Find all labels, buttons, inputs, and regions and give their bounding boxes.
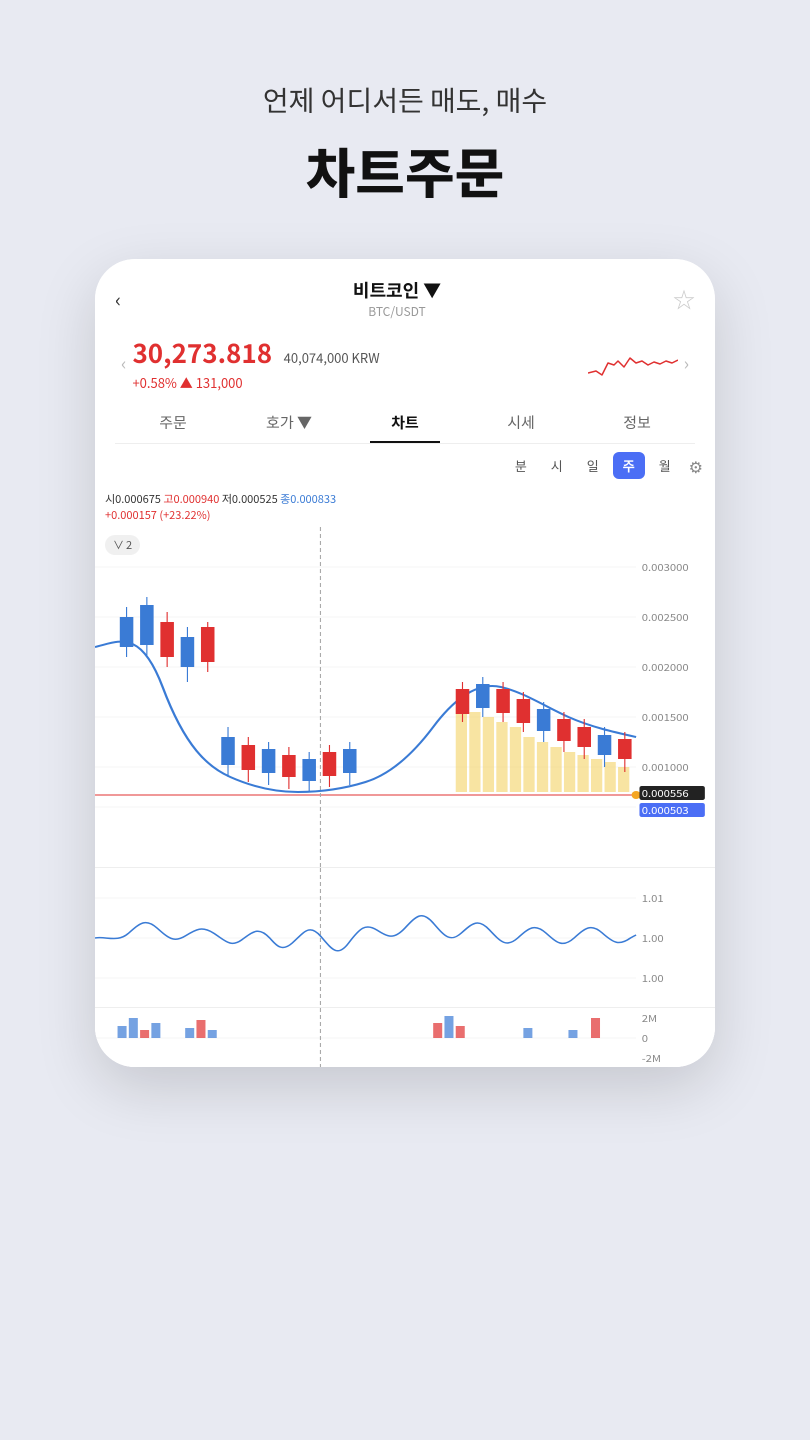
svg-text:-2M: -2M	[642, 1052, 661, 1066]
price-krw: 40,074,000 KRW	[284, 348, 380, 367]
price-value: 30,273.818	[132, 334, 272, 371]
favorite-button[interactable]: ☆	[673, 283, 695, 315]
svg-text:0.002000: 0.002000	[642, 661, 689, 675]
indicator-svg: 1.01 1.00 1.00	[95, 868, 715, 1007]
tab-orderbook[interactable]: 호가 ▼	[231, 402, 347, 443]
hero-subtitle: 언제 어디서든 매도, 매수	[263, 80, 547, 120]
price-nav-left[interactable]: ‹	[115, 350, 132, 376]
volume-svg: 2M 0 -2M	[95, 1008, 715, 1067]
svg-text:0: 0	[642, 1032, 648, 1046]
collapse-button[interactable]: ∨ 2	[105, 535, 140, 555]
candlestick-chart[interactable]: ∨ 2	[95, 527, 715, 867]
price-main-row: 30,273.818 40,074,000 KRW	[132, 334, 587, 371]
svg-text:0.003000: 0.003000	[642, 561, 689, 575]
stat-change: +0.000157 (+23.22%)	[105, 507, 211, 523]
coin-name: 비트코인 ▼	[353, 277, 441, 303]
stat-open: 시0.000675	[105, 491, 163, 507]
tab-price[interactable]: 시세	[463, 402, 579, 443]
tab-bar: 주문 호가 ▼ 차트 시세 정보	[115, 402, 695, 444]
indicator-area: 1.01 1.00 1.00	[95, 867, 715, 1007]
svg-text:0.001500: 0.001500	[642, 711, 689, 725]
time-btn-min[interactable]: 분	[505, 452, 537, 479]
tab-chart[interactable]: 차트	[347, 402, 463, 443]
phone-mockup: ‹ 비트코인 ▼ BTC/USDT ☆ ‹ 30,273.818 40,074,…	[95, 259, 715, 1067]
mini-sparkline	[588, 343, 678, 383]
tab-order[interactable]: 주문	[115, 402, 231, 443]
stat-high: 고0.000940	[163, 491, 221, 507]
chart-area: 시0.000675 고0.000940 저0.000525 종0.000833 …	[95, 487, 715, 1067]
svg-text:1.01: 1.01	[642, 892, 664, 906]
time-btn-day[interactable]: 일	[577, 452, 609, 479]
time-btn-month[interactable]: 월	[649, 452, 681, 479]
time-btn-week[interactable]: 주	[613, 452, 645, 479]
svg-text:0.000556: 0.000556	[642, 787, 689, 801]
price-info: 30,273.818 40,074,000 KRW +0.58% ▲ 131,0…	[132, 334, 587, 392]
chart-svg: 0.003000 0.002500 0.002000 0.001500 0.00…	[95, 527, 715, 867]
price-change: +0.58% ▲ 131,000	[132, 373, 587, 392]
svg-text:0.001000: 0.001000	[642, 761, 689, 775]
chart-controls: 분 시 일 주 월 ⚙	[95, 444, 715, 487]
back-button[interactable]: ‹	[115, 284, 121, 313]
hero-section: 언제 어디서든 매도, 매수 차트주문	[263, 80, 547, 209]
time-btn-hour[interactable]: 시	[541, 452, 573, 479]
price-nav-right[interactable]: ›	[678, 350, 695, 376]
svg-text:0.000503: 0.000503	[642, 804, 689, 818]
volume-area: 2M 0 -2M	[95, 1007, 715, 1067]
chart-stats: 시0.000675 고0.000940 저0.000525 종0.000833 …	[95, 487, 715, 527]
chart-settings-icon[interactable]: ⚙	[689, 454, 703, 478]
coin-title-area: 비트코인 ▼ BTC/USDT	[353, 277, 441, 320]
svg-text:0.002500: 0.002500	[642, 611, 689, 625]
coin-pair: BTC/USDT	[368, 303, 425, 320]
app-header: ‹ 비트코인 ▼ BTC/USDT ☆ ‹ 30,273.818 40,074,…	[95, 259, 715, 444]
price-row: ‹ 30,273.818 40,074,000 KRW +0.58% ▲ 131…	[115, 326, 695, 402]
svg-text:1.00: 1.00	[642, 972, 664, 986]
svg-text:2M: 2M	[642, 1012, 657, 1026]
svg-text:1.00: 1.00	[642, 932, 664, 946]
stat-low: 저0.000525	[222, 491, 280, 507]
hero-title: 차트주문	[263, 130, 547, 209]
tab-info[interactable]: 정보	[579, 402, 695, 443]
stat-close: 종0.000833	[280, 491, 336, 507]
